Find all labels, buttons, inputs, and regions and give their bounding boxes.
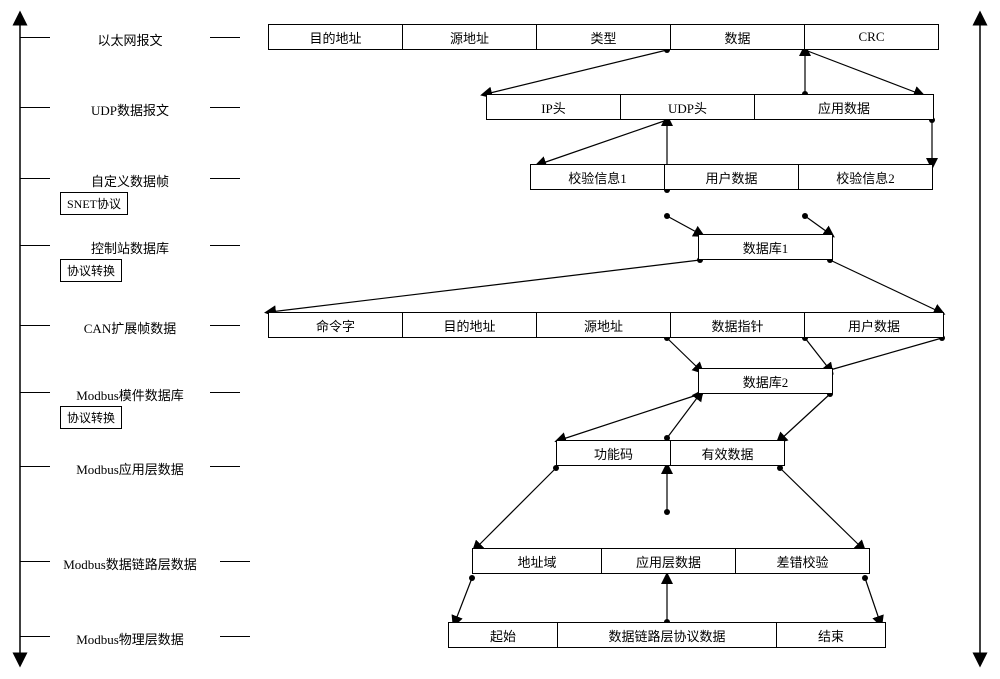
cell-r2-1: 用户数据 — [664, 164, 799, 190]
tick — [20, 107, 50, 108]
tick — [210, 325, 240, 326]
cell-r0-1: 源地址 — [402, 24, 537, 50]
tick — [20, 466, 50, 467]
tick — [210, 245, 240, 246]
cell-r1-2: 应用数据 — [754, 94, 934, 120]
cell-r6-1: 有效数据 — [670, 440, 785, 466]
tick — [220, 561, 250, 562]
cell-r7-2: 差错校验 — [735, 548, 870, 574]
cell-r3-0: 数据库1 — [698, 234, 833, 260]
tick — [210, 392, 240, 393]
cell-r8-0: 起始 — [448, 622, 558, 648]
cell-r4-4: 用户数据 — [804, 312, 944, 338]
cell-r6-0: 功能码 — [556, 440, 671, 466]
tick — [220, 636, 250, 637]
cell-r7-0: 地址域 — [472, 548, 602, 574]
row-label-4: CAN扩展帧数据 — [60, 318, 200, 337]
cell-r8-1: 数据链路层协议数据 — [557, 622, 777, 648]
row-tag-3: 协议转换 — [60, 259, 122, 282]
row-label-6: Modbus应用层数据 — [50, 459, 210, 478]
tick — [210, 37, 240, 38]
cell-r0-3: 数据 — [670, 24, 805, 50]
tick — [20, 325, 50, 326]
tick — [210, 107, 240, 108]
cell-r7-1: 应用层数据 — [601, 548, 736, 574]
tick — [20, 37, 50, 38]
tick — [210, 466, 240, 467]
cell-r2-0: 校验信息1 — [530, 164, 665, 190]
cell-r0-2: 类型 — [536, 24, 671, 50]
protocol-layer-diagram: 以太网报文 目的地址 源地址 类型 数据 CRC UDP数据报文 IP头 UDP… — [0, 0, 1000, 679]
row-label-3: 控制站数据库 — [60, 238, 200, 257]
row-label-7: Modbus数据链路层数据 — [40, 554, 220, 573]
row-label-1: UDP数据报文 — [60, 100, 200, 119]
tick — [20, 392, 50, 393]
cell-r1-1: UDP头 — [620, 94, 755, 120]
row-label-2: 自定义数据帧 — [60, 171, 200, 190]
tick — [210, 178, 240, 179]
row-tag-5: 协议转换 — [60, 406, 122, 429]
cell-r4-3: 数据指针 — [670, 312, 805, 338]
tick — [20, 178, 50, 179]
cell-r1-0: IP头 — [486, 94, 621, 120]
cell-r2-2: 校验信息2 — [798, 164, 933, 190]
cell-r8-2: 结束 — [776, 622, 886, 648]
row-tag-2: SNET协议 — [60, 192, 128, 215]
cell-r0-4: CRC — [804, 24, 939, 50]
row-label-8: Modbus物理层数据 — [40, 629, 220, 648]
row-label-5: Modbus模件数据库 — [50, 385, 210, 404]
tick — [20, 245, 50, 246]
cell-r4-2: 源地址 — [536, 312, 671, 338]
cell-r5-0: 数据库2 — [698, 368, 833, 394]
row-label-0: 以太网报文 — [60, 30, 200, 49]
cell-r4-1: 目的地址 — [402, 312, 537, 338]
cell-r4-0: 命令字 — [268, 312, 403, 338]
cell-r0-0: 目的地址 — [268, 24, 403, 50]
